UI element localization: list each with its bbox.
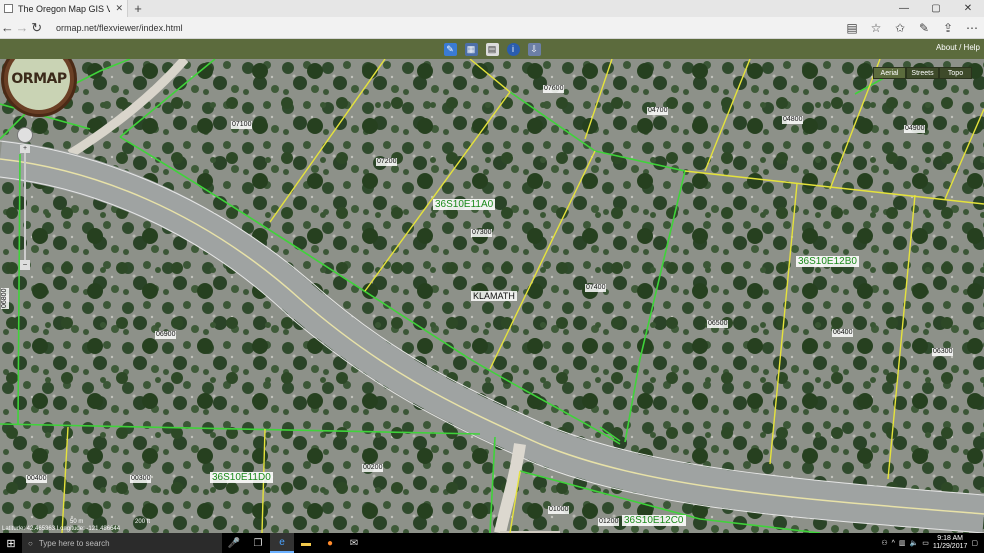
parcel-label: 04700 (647, 107, 669, 115)
zoom-out-button[interactable]: − (20, 260, 30, 270)
parcel-label: 01000 (548, 506, 570, 514)
parcel-label: 07200 (376, 158, 398, 166)
zoom-slider[interactable] (24, 149, 26, 267)
task-view-icon[interactable]: ❐ (246, 533, 270, 553)
basemap-switcher: Aerial Streets Topo (873, 67, 972, 79)
parcel-label: 06900 (155, 331, 177, 339)
new-tab-button[interactable]: + (128, 0, 148, 17)
forward-button[interactable]: → (15, 17, 30, 39)
microphone-icon[interactable]: 🎤 (222, 533, 246, 553)
coordinate-readout: Latitude: 42.465363 Longitude: -121.4866… (2, 526, 121, 532)
people-icon[interactable]: ⚇ (881, 539, 887, 547)
tray-chevron-icon[interactable]: ^ (892, 540, 895, 547)
map-view[interactable]: ORMAP + − Aerial Streets Topo 36S10E11A0… (0, 59, 984, 533)
parcel-label: 07100 (231, 121, 253, 129)
pan-control-icon[interactable] (17, 127, 33, 143)
scale-bar: 50 m 200 ft (70, 519, 150, 525)
favorites-hub-icon[interactable]: ✩ (888, 17, 912, 39)
township-label: 36S10E11D0 (210, 472, 273, 483)
close-tab-icon[interactable]: ✕ (115, 3, 123, 14)
scale-label-metric: 50 m (70, 519, 84, 525)
zoom-in-button[interactable]: + (20, 145, 30, 153)
volume-icon[interactable]: 🔈 (910, 539, 919, 547)
parcel-label: 06800 (1, 287, 9, 309)
parcel-label: 01200 (598, 518, 620, 526)
about-help-link[interactable]: About / Help (936, 43, 980, 52)
edge-browser-icon[interactable]: e (270, 533, 294, 553)
file-explorer-icon[interactable]: ▬ (294, 533, 318, 553)
app-header: ✎ ▦ ▤ i ⇩ About / Help (0, 39, 984, 59)
address-bar[interactable]: ormap.net/flexviewer/index.html (50, 20, 840, 36)
clock-time: 9:18 AM (937, 535, 963, 542)
clock-date: 11/29/2017 (932, 543, 968, 550)
township-label: 36S10E12B0 (796, 256, 859, 267)
system-clock[interactable]: 9:18 AM 11/29/2017 (933, 535, 968, 551)
browser-tab-strip: The Oregon Map GIS Vi ✕ + — ▢ ✕ (0, 0, 984, 17)
info-tool-icon[interactable]: i (506, 42, 520, 56)
parcel-label: 07300 (471, 229, 493, 237)
minimize-button[interactable]: — (888, 0, 920, 17)
scale-label-imperial: 200 ft (135, 519, 151, 525)
parcel-label: 00300 (130, 475, 152, 483)
network-icon[interactable]: ▥ (899, 539, 906, 547)
maximize-button[interactable]: ▢ (920, 0, 952, 17)
parcel-label: 00200 (362, 464, 384, 472)
table-tool-icon[interactable]: ▦ (464, 42, 478, 56)
mail-icon[interactable]: ✉ (342, 533, 366, 553)
county-label: KLAMATH (471, 291, 517, 301)
parcel-label: 06400 (832, 329, 854, 337)
export-tool-icon[interactable]: ⇩ (527, 42, 541, 56)
battery-icon[interactable]: ▭ (922, 539, 929, 547)
taskbar-search[interactable]: ○ Type here to search (22, 533, 222, 553)
windows-taskbar: ⊞ ○ Type here to search 🎤 ❐ e ▬ ● ✉ ⚇ ^ … (0, 533, 984, 553)
basemap-streets-button[interactable]: Streets (906, 67, 939, 79)
firefox-icon[interactable]: ● (318, 533, 342, 553)
parcel-label: 07400 (585, 284, 607, 292)
search-icon: ○ (28, 538, 33, 548)
parcel-label: 00400 (26, 475, 48, 483)
refresh-button[interactable]: ↻ (29, 17, 44, 39)
draw-tool-icon[interactable]: ✎ (443, 42, 457, 56)
print-tool-icon[interactable]: ▤ (485, 42, 499, 56)
start-button[interactable]: ⊞ (0, 533, 22, 553)
back-button[interactable]: ← (0, 17, 15, 39)
logo-text: ORMAP (11, 71, 67, 87)
page-favicon-icon (4, 4, 13, 13)
township-label: 36S10E11A0 (433, 199, 496, 210)
share-icon[interactable]: ⇪ (936, 17, 960, 39)
reading-view-icon[interactable]: ▤ (840, 17, 864, 39)
tab-title: The Oregon Map GIS Vi (18, 3, 111, 14)
parcel-label: 07600 (543, 85, 565, 93)
zoom-control: + − (17, 127, 33, 277)
browser-tab[interactable]: The Oregon Map GIS Vi ✕ (0, 0, 128, 17)
favorite-star-icon[interactable]: ☆ (864, 17, 888, 39)
more-menu-icon[interactable]: ⋯ (960, 17, 984, 39)
parcel-label: 04900 (904, 125, 926, 133)
basemap-aerial-button[interactable]: Aerial (873, 67, 906, 79)
close-window-button[interactable]: ✕ (952, 0, 984, 17)
parcel-label: 06300 (932, 348, 954, 356)
search-placeholder: Type here to search (38, 538, 110, 548)
notifications-icon[interactable]: ▢ (971, 539, 978, 547)
parcel-label: 04800 (782, 116, 804, 124)
basemap-topo-button[interactable]: Topo (939, 67, 972, 79)
system-tray: ⚇ ^ ▥ 🔈 ▭ 9:18 AM 11/29/2017 ▢ (881, 535, 984, 551)
browser-navbar: ← → ↻ ormap.net/flexviewer/index.html ▤ … (0, 17, 984, 39)
township-label: 36S10E12C0 (622, 515, 686, 526)
web-note-icon[interactable]: ✎ (912, 17, 936, 39)
parcel-label: 06500 (707, 320, 729, 328)
